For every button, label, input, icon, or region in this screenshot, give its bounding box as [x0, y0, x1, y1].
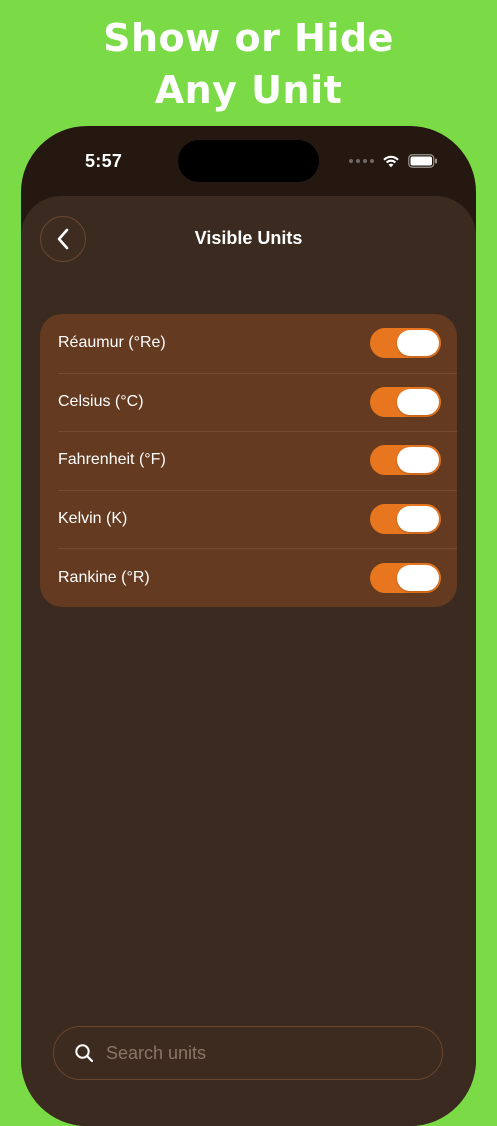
status-time: 5:57	[85, 151, 123, 171]
toggle-knob	[397, 388, 439, 415]
unit-row-fahrenheit: Fahrenheit (°F)	[40, 431, 457, 490]
unit-row-rankine: Rankine (°R)	[40, 548, 457, 607]
toggle-knob	[397, 330, 439, 357]
promo-line-1: Show or Hide	[103, 16, 394, 60]
visibility-toggle-reaumur[interactable]	[370, 328, 441, 359]
visibility-toggle-rankine[interactable]	[370, 562, 441, 593]
unit-label: Fahrenheit (°F)	[58, 451, 166, 469]
unit-row-reaumur: Réaumur (°Re)	[40, 314, 457, 373]
units-list: Réaumur (°Re) Celsius (°C) Fahrenheit (°…	[40, 314, 457, 607]
unit-label: Celsius (°C)	[58, 392, 144, 410]
battery-icon	[408, 154, 437, 168]
signal-icon	[349, 159, 374, 163]
visibility-toggle-fahrenheit[interactable]	[370, 445, 441, 476]
unit-label: Kelvin (K)	[58, 510, 128, 528]
status-bar: 5:57	[21, 126, 476, 196]
search-icon	[75, 1044, 94, 1063]
dynamic-island	[178, 140, 319, 182]
toggle-knob	[397, 447, 439, 474]
promo-line-2: Any Unit	[154, 68, 343, 112]
page-title: Visible Units	[194, 228, 303, 248]
search-bar[interactable]	[53, 1026, 443, 1080]
toggle-knob	[397, 506, 439, 533]
unit-row-kelvin: Kelvin (K)	[40, 489, 457, 549]
toggle-knob	[397, 564, 439, 591]
unit-label: Rankine (°R)	[58, 568, 150, 586]
visibility-toggle-celsius[interactable]	[370, 386, 441, 417]
unit-row-celsius: Celsius (°C)	[40, 372, 457, 432]
search-input[interactable]	[104, 1041, 408, 1065]
unit-label: Réaumur (°Re)	[58, 334, 166, 352]
wifi-icon	[383, 155, 399, 168]
status-icons	[349, 154, 438, 168]
promo-headline: Show or Hide Any Unit	[0, 12, 497, 116]
settings-sheet: Visible Units Réaumur (°Re) Celsius (°C)…	[21, 196, 476, 1126]
phone-frame: 5:57 Visible Units Réaumur (°Re) Celsius…	[21, 126, 476, 1126]
visibility-toggle-kelvin[interactable]	[370, 504, 441, 535]
